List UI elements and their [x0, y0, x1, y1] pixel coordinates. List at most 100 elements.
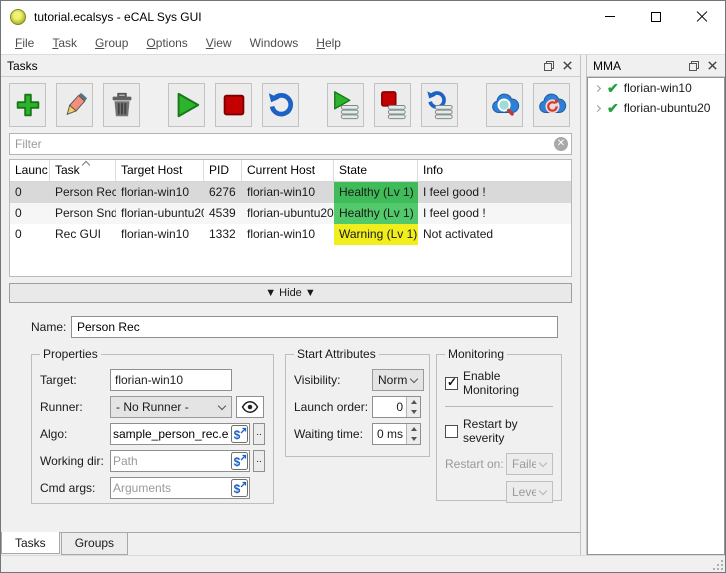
cell-pid: 6276 — [204, 182, 242, 203]
table-row[interactable]: 0 Person Rec florian-win10 6276 florian-… — [10, 182, 571, 203]
delete-task-button[interactable] — [103, 83, 140, 127]
cell-pid: 4539 — [204, 203, 242, 224]
spin-down-button[interactable] — [407, 407, 420, 417]
maximize-button[interactable] — [633, 1, 679, 32]
cmdargs-field[interactable] — [111, 479, 231, 497]
visibility-label: Visibility: — [294, 373, 341, 387]
cell-target-host: florian-win10 — [116, 182, 204, 203]
name-row: Name: — [31, 316, 572, 338]
menu-view[interactable]: View — [197, 33, 241, 53]
target-field[interactable] — [110, 369, 232, 391]
tasks-dock: Tasks Filter ✕ Launc Task Target Host PI… — [1, 55, 581, 555]
stop-icon — [223, 94, 244, 116]
filter-input[interactable] — [9, 133, 572, 155]
cell-launch: 0 — [15, 227, 22, 241]
start-selected-tasks-button[interactable] — [327, 83, 364, 127]
column-target-host[interactable]: Target Host — [116, 160, 204, 181]
minimize-button[interactable] — [587, 1, 633, 32]
cell-launch: 0 — [10, 182, 50, 203]
tasks-dock-title: Tasks — [7, 58, 38, 73]
tasks-close-button[interactable] — [558, 58, 576, 74]
spin-down-button[interactable] — [407, 434, 420, 444]
status-bar — [1, 555, 725, 572]
column-launch[interactable]: Launc — [10, 160, 50, 181]
insert-variable-button[interactable]: $ — [231, 452, 248, 470]
sort-ascending-icon — [81, 160, 90, 170]
find-in-cloud-button[interactable] — [486, 83, 523, 127]
column-task[interactable]: Task — [50, 160, 116, 181]
tab-groups[interactable]: Groups — [60, 533, 129, 555]
column-current-host[interactable]: Current Host — [242, 160, 334, 181]
launch-order-label: Launch order: — [294, 400, 369, 414]
table-row[interactable]: 0 Person Snd florian-ubuntu20 4539 flori… — [10, 203, 571, 224]
tree-item-host[interactable]: ✔ florian-ubuntu20 — [588, 98, 724, 118]
workdir-label: Working dir: — [40, 454, 104, 468]
healthy-check-icon: ✔ — [607, 99, 619, 116]
workdir-field[interactable] — [111, 452, 231, 470]
enable-monitoring-checkbox[interactable]: Enable Monitoring — [445, 369, 553, 397]
mma-close-button[interactable] — [703, 58, 721, 74]
stop-selected-icon — [380, 91, 406, 120]
maximize-icon — [651, 11, 661, 22]
tree-item-host[interactable]: ✔ florian-win10 — [588, 78, 724, 98]
tasks-float-button[interactable] — [540, 58, 558, 74]
insert-variable-button[interactable]: $ — [231, 479, 248, 497]
svg-text:$: $ — [234, 428, 241, 442]
menu-windows[interactable]: Windows — [241, 33, 308, 53]
spin-up-button[interactable] — [407, 397, 420, 407]
menu-group[interactable]: Group — [86, 33, 137, 53]
start-attributes-groupbox: Start Attributes Visibility: Norm Launch… — [285, 347, 430, 457]
start-selected-icon — [333, 91, 359, 120]
column-info[interactable]: Info — [418, 160, 571, 181]
menu-options[interactable]: Options — [137, 33, 196, 53]
checkbox-checked-icon — [445, 375, 458, 390]
expand-chevron-icon[interactable] — [593, 104, 602, 112]
waiting-time-stepper[interactable]: 0 ms — [372, 423, 421, 445]
add-task-button[interactable] — [9, 83, 46, 127]
mma-float-button[interactable] — [685, 58, 703, 74]
restart-selected-tasks-button[interactable] — [421, 83, 458, 127]
properties-groupbox: Properties Target: Runner: - No Runner - — [31, 347, 274, 504]
edit-task-button[interactable] — [56, 83, 93, 127]
menu-help[interactable]: Help — [307, 33, 350, 53]
algo-field[interactable] — [111, 425, 231, 443]
insert-variable-button[interactable]: $ — [231, 425, 248, 443]
spin-up-button[interactable] — [407, 424, 420, 434]
bottom-tab-bar: Tasks Groups — [1, 532, 580, 555]
monitoring-groupbox: Monitoring Enable Monitoring Restart by … — [436, 347, 562, 503]
menu-task[interactable]: Task — [43, 33, 86, 53]
close-icon — [696, 11, 708, 23]
close-button[interactable] — [679, 1, 725, 32]
browse-algo-button[interactable]: .. — [253, 423, 265, 445]
title-bar: tutorial.ecalsys - eCAL Sys GUI — [1, 1, 725, 32]
resize-grip[interactable] — [713, 560, 723, 570]
hide-details-button[interactable]: ▼ Hide ▼ — [9, 283, 572, 303]
update-from-cloud-button[interactable] — [533, 83, 570, 127]
app-window: tutorial.ecalsys - eCAL Sys GUI File Tas… — [0, 0, 726, 573]
task-name-field[interactable] — [71, 316, 558, 338]
restart-tasks-button[interactable] — [262, 83, 299, 127]
expand-chevron-icon[interactable] — [593, 84, 602, 92]
start-tasks-button[interactable] — [168, 83, 205, 127]
visibility-select[interactable]: Norm — [372, 369, 424, 391]
window-title: tutorial.ecalsys - eCAL Sys GUI — [34, 9, 202, 24]
menu-file[interactable]: File — [6, 33, 43, 53]
column-state[interactable]: State — [334, 160, 418, 181]
cell-task: Rec GUI — [55, 227, 102, 241]
table-row[interactable]: 0 Rec GUI florian-win10 1332 florian-win… — [10, 224, 571, 245]
view-runner-button[interactable] — [236, 396, 264, 418]
clear-filter-button[interactable]: ✕ — [554, 137, 568, 151]
tab-tasks[interactable]: Tasks — [1, 532, 60, 554]
launch-order-stepper[interactable]: 0 — [372, 396, 421, 418]
checkbox-unchecked-icon — [445, 424, 458, 438]
filter-row: ✕ — [9, 133, 572, 155]
browse-workdir-button[interactable]: .. — [253, 450, 265, 472]
stop-selected-tasks-button[interactable] — [374, 83, 411, 127]
start-attributes-title: Start Attributes — [294, 347, 379, 361]
cell-info: I feel good ! — [418, 182, 571, 203]
restart-by-severity-checkbox[interactable]: Restart by severity — [445, 417, 553, 445]
column-pid[interactable]: PID — [204, 160, 242, 181]
monitoring-title: Monitoring — [445, 347, 508, 361]
stop-tasks-button[interactable] — [215, 83, 252, 127]
runner-select[interactable]: - No Runner - — [110, 396, 232, 418]
